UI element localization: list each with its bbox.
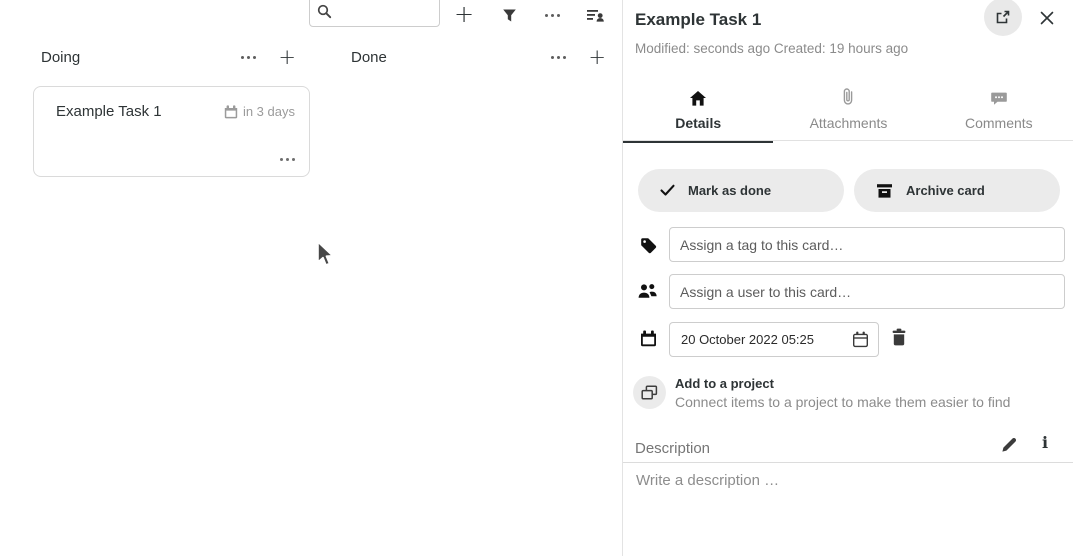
add-card-button[interactable]: + [451, 1, 477, 27]
due-date-value: 20 October 2022 05:25 [681, 332, 852, 347]
archive-icon [876, 183, 893, 199]
description-info-button[interactable]: i [1042, 433, 1048, 452]
tabs-divider [623, 140, 1073, 141]
card-menu-button[interactable] [280, 149, 295, 164]
add-card-to-column-button[interactable]: + [588, 47, 606, 68]
assign-tag-input[interactable] [669, 227, 1065, 262]
tab-attachments[interactable]: Attachments [773, 86, 923, 140]
open-in-window-button[interactable] [984, 0, 1022, 36]
plus-icon: + [454, 2, 474, 26]
more-options-icon [545, 14, 560, 17]
search-input[interactable] [337, 3, 439, 20]
comment-icon [991, 88, 1007, 106]
add-to-project-subtitle: Connect items to a project to make them … [675, 394, 1010, 410]
panel-title: Example Task 1 [635, 10, 761, 30]
board-menu-button[interactable] [540, 3, 564, 27]
description-label: Description [635, 440, 710, 457]
filter-icon [502, 8, 517, 23]
add-card-to-column-button[interactable]: + [278, 47, 296, 68]
calendar-icon [224, 105, 238, 119]
search-icon [317, 4, 332, 19]
close-icon [1040, 11, 1054, 25]
assign-user-input[interactable] [669, 274, 1065, 309]
filter-button[interactable] [497, 3, 521, 27]
card-title: Example Task 1 [56, 103, 224, 120]
column-title: Done [351, 49, 387, 66]
list-user-icon [587, 7, 605, 24]
users-icon [638, 283, 658, 299]
external-link-icon [995, 9, 1011, 25]
panel-meta: Modified: seconds ago Created: 19 hours … [635, 41, 908, 56]
mark-as-done-button[interactable]: Mark as done [638, 169, 844, 212]
trash-icon [891, 328, 907, 346]
tab-details[interactable]: Details [623, 86, 773, 140]
info-icon: i [1042, 433, 1048, 452]
column-header-done: Done + [333, 44, 620, 70]
more-options-icon [241, 56, 256, 59]
due-date-field[interactable]: 20 October 2022 05:25 [669, 322, 879, 357]
mouse-cursor [316, 241, 336, 274]
tag-icon [640, 237, 657, 254]
home-icon [690, 88, 706, 106]
column-title: Doing [41, 49, 80, 66]
description-divider [623, 462, 1073, 463]
description-placeholder[interactable]: Write a description … [636, 472, 779, 489]
tab-label: Details [675, 115, 721, 131]
tab-label: Attachments [810, 115, 888, 131]
add-to-project-row[interactable]: Add to a project Connect items to a proj… [633, 374, 1010, 410]
search-box[interactable] [309, 0, 440, 27]
kanban-board: + Doing [0, 0, 622, 556]
column-header-doing: Doing + [23, 44, 310, 70]
mark-as-done-label: Mark as done [688, 183, 771, 198]
add-to-project-title: Add to a project [675, 374, 1010, 391]
check-icon [660, 184, 675, 197]
close-panel-button[interactable] [1036, 7, 1058, 29]
column-menu-button[interactable] [551, 56, 566, 59]
card-due-label: in 3 days [243, 104, 295, 119]
archive-card-label: Archive card [906, 183, 985, 198]
panel-tabs: Details Attachments Comments [623, 86, 1073, 140]
more-options-icon [280, 158, 295, 161]
column-menu-button[interactable] [241, 56, 256, 59]
task-card[interactable]: Example Task 1 in 3 days [33, 86, 310, 177]
projects-icon [633, 376, 666, 409]
paperclip-icon [843, 88, 853, 106]
calendar-icon [640, 330, 657, 347]
card-due-date: in 3 days [224, 104, 295, 119]
app-window: + Doing [0, 0, 1073, 556]
archive-card-button[interactable]: Archive card [854, 169, 1060, 212]
remove-due-date-button[interactable] [891, 328, 907, 346]
plus-icon: + [588, 47, 606, 68]
plus-icon: + [278, 47, 296, 68]
pencil-icon [1001, 436, 1018, 453]
calendar-picker-icon[interactable] [852, 331, 869, 348]
more-options-icon [551, 56, 566, 59]
tab-comments[interactable]: Comments [924, 86, 1073, 140]
card-details-panel: Example Task 1 Modified: seconds ago Cre… [622, 0, 1073, 556]
tab-label: Comments [965, 115, 1033, 131]
edit-description-button[interactable] [1001, 436, 1018, 453]
assigned-cards-button[interactable] [583, 2, 609, 28]
